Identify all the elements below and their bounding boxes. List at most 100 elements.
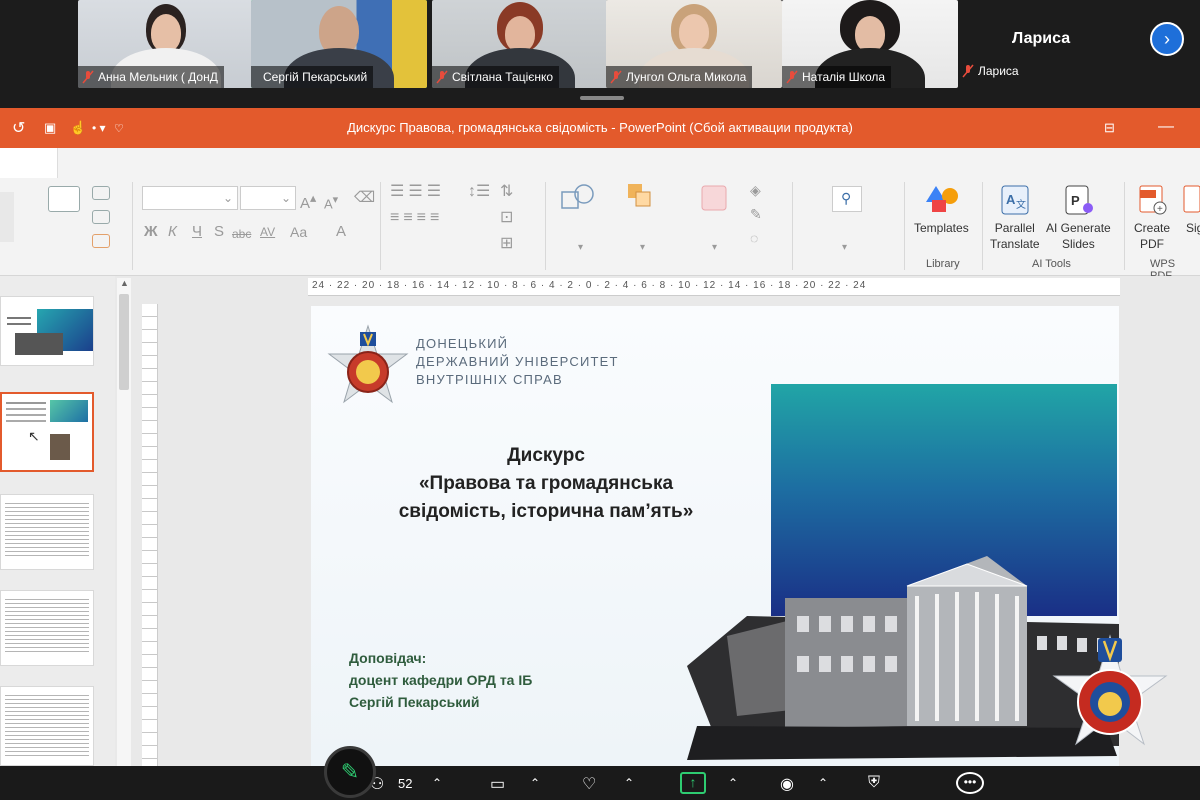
bullets-icon[interactable]: ☰☰☰ [390,184,445,200]
active-speaker-name: Лариса [1012,30,1071,47]
svg-text:+: + [1157,204,1163,215]
record-icon[interactable]: ◉ [780,774,794,794]
shape-effects-icon[interactable]: ◌ [750,230,758,246]
slide-thumbnail-5[interactable] [0,686,94,766]
university-emblem-icon [327,324,409,404]
quick-styles-icon[interactable] [700,184,730,214]
alignment-icons[interactable]: ≡≡≡≡ [390,210,443,226]
presenter-label: Доповідач: [349,650,427,666]
participant-tile-active[interactable]: Сергій Пекарський [251,0,427,88]
character-spacing-button[interactable]: AV [260,224,275,240]
font-color-button[interactable]: A [336,224,346,240]
new-slide-icon[interactable] [48,186,80,212]
paste-button[interactable] [0,192,14,242]
shadow-button[interactable]: S [214,224,224,240]
translate-icon[interactable]: A文 [1000,184,1030,216]
scroll-up-icon[interactable]: ▲ [120,278,129,288]
decrease-font-icon[interactable]: A▾ [324,192,338,212]
shape-fill-icon[interactable]: ◈ [750,182,761,198]
chevron-up-icon[interactable]: ⌃ [530,776,540,790]
participant-tile[interactable]: Лунгол Ольга Микола [606,0,782,88]
participant-tile[interactable]: Наталія Школа [782,0,958,88]
smartart-icon[interactable]: ⊞ [500,236,513,252]
text-direction-icon[interactable]: ⇅ [500,184,513,200]
participant-name-tag: Світлана Тацієнко [432,66,560,88]
participant-tile[interactable]: Світлана Тацієнко [432,0,608,88]
clear-formatting-icon[interactable]: ⌫ [354,190,375,206]
participant-tile[interactable]: Анна Мельник ( ДонД [78,0,254,88]
chevron-down-icon[interactable]: ▾ [712,240,717,256]
more-options-icon[interactable]: ••• [956,772,984,794]
align-text-icon[interactable]: ⊡ [500,210,513,226]
slide-canvas[interactable]: ДОНЕЦЬКИЙ ДЕРЖАВНИЙ УНІВЕРСИТЕТ ВНУТРІШН… [311,306,1119,766]
slide-title-line-1: Дискурс [507,445,585,466]
conference-strip: Анна Мельник ( ДонД Сергій Пекарський Св… [0,0,1200,108]
ribbon-display-options-icon[interactable]: ⊟ [1104,120,1115,136]
chevron-down-icon: ⌄ [222,191,233,205]
next-page-button[interactable]: › [1150,22,1184,56]
templates-button[interactable]: Templates [914,220,969,236]
svg-text:A: A [1006,192,1016,207]
chevron-down-icon[interactable]: ▾ [640,240,645,256]
chevron-right-icon: › [1164,28,1170,49]
shapes-icon[interactable] [560,182,596,212]
slide-thumbnail-4[interactable] [0,590,94,666]
presenter-name: Сергій Пекарський [349,694,480,710]
find-button[interactable]: ⚲ [832,186,862,212]
chevron-down-icon[interactable]: ▾ [842,240,847,256]
section-icon[interactable] [92,234,110,248]
shape-outline-icon[interactable]: ✎ [750,206,762,222]
layout-icon[interactable] [92,186,110,200]
search-icon: ⚲ [841,190,852,206]
chevron-up-icon[interactable]: ⌃ [624,776,634,790]
active-speaker-tag: Лариса [962,64,1019,78]
participant-name-tag: Лунгол Ольга Микола [606,66,753,88]
create-pdf-icon[interactable]: + [1138,184,1170,216]
reactions-heart-icon[interactable]: ♡ [582,774,596,794]
strikethrough-button[interactable]: abc [232,226,251,242]
chevron-up-icon[interactable]: ⌃ [432,776,442,790]
ai-generate-slides-button[interactable]: AI Generate Slides [1046,220,1111,252]
reset-icon[interactable] [92,210,110,224]
security-shield-icon[interactable]: ⛨ [868,774,880,792]
svg-text:P: P [1071,193,1080,208]
participant-name-tag: Сергій Пекарський [251,66,374,88]
bold-button[interactable]: Ж [144,224,158,240]
ribbon-tab-active[interactable] [0,148,58,178]
chat-icon[interactable]: ▭ [490,774,505,794]
font-family-select[interactable]: ⌄ [142,186,238,210]
chevron-down-icon: ⌄ [280,191,291,205]
slide-thumbnail-1[interactable] [0,296,94,366]
font-size-select[interactable]: ⌄ [240,186,296,210]
create-pdf-button[interactable]: Create PDF [1134,220,1170,252]
slide-title-line-2: «Правова та громадянська [418,473,674,494]
minimize-icon[interactable]: — [1158,118,1174,136]
line-spacing-icon[interactable]: ↕☰ [468,184,490,200]
slide-thumbnails-pane: ↖ [0,276,115,766]
scrollbar-thumb[interactable] [119,294,129,390]
slide-thumbnail-3[interactable] [0,494,94,570]
annotate-pen-button[interactable]: ✎ [324,746,376,798]
share-screen-icon[interactable]: ↑ [680,772,706,794]
italic-button[interactable]: К [168,224,177,240]
strip-drag-handle[interactable] [580,96,624,100]
arrange-icon[interactable] [626,182,656,212]
mic-muted-icon [82,70,94,84]
chevron-down-icon[interactable]: ▾ [578,240,583,256]
thumbnails-scrollbar[interactable]: ▲ [117,278,131,766]
ai-generate-slides-icon[interactable]: P [1064,184,1094,216]
sign-button[interactable]: Sig [1186,220,1200,236]
slide-thumbnail-2[interactable]: ↖ [0,392,94,472]
change-case-button[interactable]: Aa [290,224,307,240]
chevron-up-icon[interactable]: ⌃ [818,776,828,790]
sign-icon[interactable] [1182,184,1200,216]
templates-icon[interactable] [926,184,960,216]
ai-tools-group-label: AI Tools [1032,258,1071,270]
chevron-up-icon[interactable]: ⌃ [728,776,738,790]
increase-font-icon[interactable]: A▴ [300,190,316,212]
underline-button[interactable]: Ч [192,224,202,240]
window-title: Дискурс Правова, громадянська свідомість… [347,120,853,135]
ribbon: ⌄ ⌄ A▴ A▾ ⌫ Ж К Ч S abc AV Aa A ☰☰☰ ↕☰ ⇅… [0,148,1200,282]
parallel-translate-button[interactable]: Parallel Translate [990,220,1040,252]
university-watermark-logo [1052,634,1168,746]
